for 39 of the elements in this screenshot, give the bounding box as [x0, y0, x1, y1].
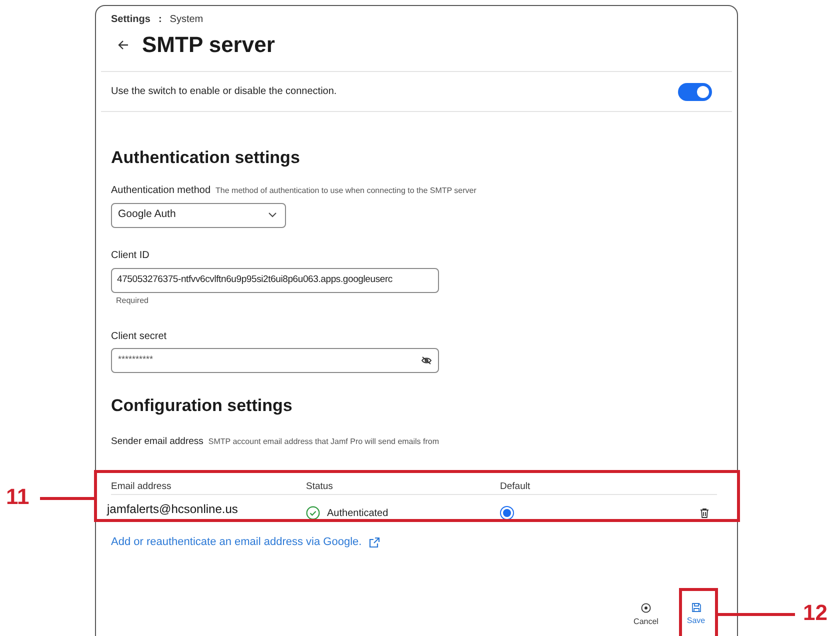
trash-icon[interactable]: [700, 508, 709, 518]
chevron-down-icon: [268, 212, 277, 218]
section-heading: Configuration settings: [111, 394, 294, 417]
field-label: Client secret: [111, 330, 168, 344]
callout-number: 12: [803, 600, 828, 626]
leader-line: [40, 497, 94, 500]
hidden-eye-icon[interactable]: [421, 356, 432, 364]
field-hint: SMTP account email address that Jamf Pro will send emails from: [208, 436, 440, 448]
table-cell-text: jamfalerts@hcsonline.us: [107, 501, 239, 518]
column-header: Email address: [111, 481, 172, 494]
switch-description: Use the switch to enable or disable the connection.: [111, 85, 337, 99]
breadcrumb-current: System: [170, 13, 204, 27]
breadcrumb-separator: :: [158, 13, 162, 27]
check-circle-icon: [306, 506, 320, 520]
page-title: SMTP server: [142, 31, 275, 59]
breadcrumb-link[interactable]: Settings: [111, 12, 150, 27]
save-button[interactable]: Save: [678, 603, 714, 628]
external-link-icon[interactable]: [368, 537, 380, 548]
cancel-button[interactable]: Cancel: [628, 603, 664, 628]
status-text: Authenticated: [327, 506, 388, 521]
field-label: Authentication method: [111, 184, 211, 198]
callout-number: 11: [6, 484, 30, 510]
google-link[interactable]: Add or reauthenticate an email address via Google.: [111, 534, 362, 551]
field-label: Sender email address: [111, 435, 204, 449]
radio-button[interactable]: [500, 506, 514, 520]
callout-frame: [679, 588, 718, 636]
toggle-switch[interactable]: [678, 82, 712, 100]
column-header: Default: [500, 481, 532, 494]
back-button[interactable]: [118, 38, 130, 50]
back-arrow-icon: [118, 40, 129, 50]
password-field[interactable]: **********: [111, 348, 439, 372]
text-field[interactable]: 475053276375-ntfvv6cvlftn6u9p95si2t6ui8p6u063.apps.googleuserc: [111, 268, 439, 292]
cancel-circle-icon: [641, 603, 651, 613]
helper-text: Required: [116, 294, 150, 306]
column-header: Status: [306, 481, 334, 494]
field-hint: The method of authentication to use when connecting to the SMTP server: [216, 184, 476, 196]
field-label: Client ID: [111, 248, 150, 262]
dropdown[interactable]: Google Auth: [111, 202, 286, 228]
section-heading: Authentication settings: [111, 147, 301, 169]
